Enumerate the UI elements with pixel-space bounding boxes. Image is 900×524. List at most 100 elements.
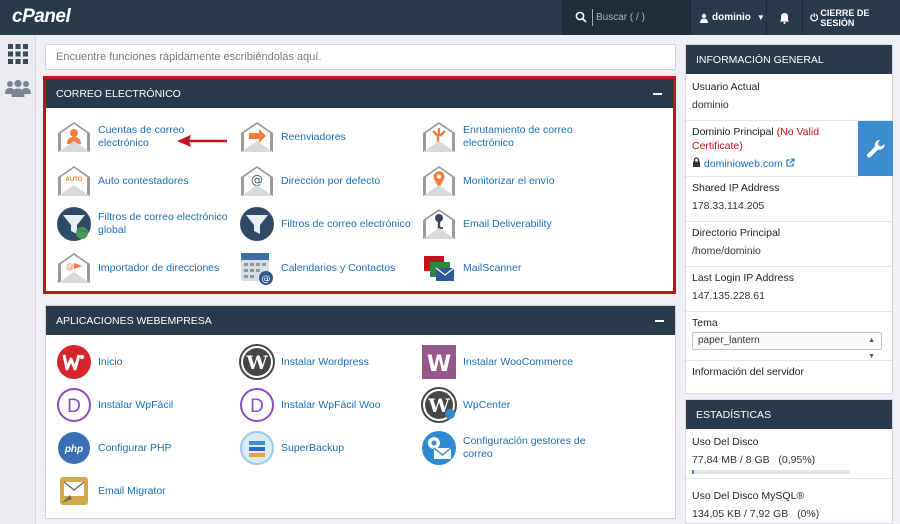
function-search-input[interactable] [45,44,676,70]
global-search-input[interactable] [592,9,684,26]
filter-globe-icon [57,207,91,241]
mail-clients-config-item[interactable]: Configuración gestores de correo [421,430,603,466]
mailscanner-label: MailScanner [463,261,522,274]
wpcenter-icon: W [421,387,457,423]
disk-usage-link[interactable]: Uso Del Disco [692,435,886,449]
email-panel: CORREO ELECTRÓNICO Cuentas de correo ele… [43,76,676,294]
default-address-label: Dirección por defecto [281,174,381,187]
filter-icon [240,207,274,241]
svg-text:W: W [427,352,451,377]
install-wordpress-item[interactable]: W Instalar Wordpress [239,344,369,380]
envelope-pin-icon [423,166,455,196]
last-login-row: Last Login IP Address 147.135.228.61 [686,271,892,312]
forwarders-label: Reenviadores [281,130,346,143]
select-arrows-icon: ▲ ▼ [868,337,875,360]
theme-value: paper_lantern [698,335,760,346]
envelope-at-icon: @ [241,166,273,196]
grid-icon[interactable] [8,44,28,64]
left-rail [0,35,36,524]
superbackup-icon [240,431,274,465]
disk-usage-bar-fill [692,470,694,474]
svg-text:php: php [64,444,83,455]
shared-ip-value: 178.33.114.205 [692,200,765,212]
svg-text:D: D [250,396,264,417]
main-domain-label: Dominio Principal [692,126,774,138]
collapse-icon[interactable] [651,88,663,100]
external-link-icon[interactable] [786,158,795,167]
wpcenter-item[interactable]: W WpCenter [421,387,510,423]
envelope-auto-icon: AUTO [58,166,90,196]
users-icon[interactable] [5,79,31,97]
install-woocommerce-item[interactable]: W Instalar WooCommerce [421,344,573,380]
install-wpfacil-woo-label: Instalar WpFácil Woo [281,398,381,411]
email-filters-item[interactable]: Filtros de correo electrónico [239,206,411,242]
main-domain-row: Dominio Principal (No Valid Certificate)… [686,125,858,177]
apps-panel-header[interactable]: APLICACIONES WEBEMPRESA [46,306,675,335]
install-wpfacil-woo-item[interactable]: D Instalar WpFácil Woo [239,387,381,423]
email-filters-label: Filtros de correo electrónico [281,217,411,230]
address-importer-label: Importador de direcciones [98,261,220,274]
autoresponders-item[interactable]: AUTO Auto contestadores [56,163,188,199]
disk-usage-bar [692,470,850,474]
php-icon: php [58,432,90,464]
general-info-title: INFORMACIÓN GENERAL [686,45,892,74]
envelope-forward-icon [241,122,273,152]
server-info-link[interactable]: Información del servidor [692,365,886,379]
shared-ip-row: Shared IP Address 178.33.114.205 [686,181,892,222]
inicio-item[interactable]: Inicio [56,344,123,380]
current-user-row: Usuario Actual dominio [686,80,892,121]
mysql-usage-percent: (0%) [797,508,820,520]
wpcenter-label: WpCenter [463,398,511,411]
wpfacil-woo-icon: D [240,388,274,422]
disk-usage-percent: (0,95%) [778,454,816,466]
autoresponders-label: Auto contestadores [98,174,189,187]
email-routing-label: Enrutamiento de correo electrónico [463,124,573,149]
global-email-filters-item[interactable]: Filtros de correo electrónico global [56,206,238,242]
install-wpfacil-item[interactable]: D Instalar WpFácil [56,387,173,423]
superbackup-item[interactable]: SuperBackup [239,430,344,466]
disk-usage-value: 77,84 MB / 8 GB [692,454,770,466]
svg-text:D: D [67,396,81,417]
home-directory-value: /home/dominio [692,245,761,257]
track-delivery-label: Monitorizar el envío [463,174,555,187]
cpanel-logo[interactable]: cPanel [12,6,71,28]
shared-ip-label: Shared IP Address [692,182,780,194]
logout-label: CIERRE DE SESIÓN [820,7,870,28]
last-login-label: Last Login IP Address [692,272,794,284]
domain-tools-button[interactable] [858,121,893,176]
mysql-usage-value: 134,05 KB / 7,92 GB [692,508,789,520]
wpfacil-icon: D [57,388,91,422]
apps-panel-title: APLICACIONES WEBEMPRESA [56,314,212,327]
logout-button[interactable]: CIERRE DE SESIÓN [802,0,900,35]
arrow-annotation-icon [177,135,227,147]
lock-icon [693,157,700,167]
track-delivery-item[interactable]: Monitorizar el envío [421,163,555,199]
user-menu[interactable]: dominio ▼ [690,0,766,35]
email-deliverability-label: Email Deliverability [463,217,552,230]
statistics-panel: ESTADÍSTICAS Uso Del Disco 77,84 MB / 8 … [685,399,893,524]
notifications-button[interactable] [766,0,802,35]
theme-select[interactable]: paper_lantern ▲ ▼ [692,332,882,360]
forwarders-item[interactable]: Reenviadores [239,119,346,155]
collapse-icon[interactable] [653,315,665,327]
wordpress-icon: W [239,344,275,380]
calendars-contacts-item[interactable]: @ Calendarios y Contactos [239,250,395,286]
email-routing-item[interactable]: Enrutamiento de correo electrónico [421,119,603,155]
current-user-label: Usuario Actual [692,81,760,93]
server-info-row: Información del servidor [686,365,892,391]
email-deliverability-item[interactable]: Email Deliverability [421,206,552,242]
email-panel-header[interactable]: CORREO ELECTRÓNICO [46,79,673,108]
main-domain-link[interactable]: dominioweb.com [704,158,783,170]
mysql-usage-row: Uso Del Disco MySQL® 134,05 KB / 7,92 GB… [686,489,892,524]
webempresa-icon [57,345,91,379]
svg-text:@: @ [251,173,263,187]
mailscanner-item[interactable]: MailScanner [421,250,521,286]
home-directory-row: Directorio Principal /home/dominio [686,226,892,267]
address-importer-item[interactable]: @ Importador de direcciones [56,250,219,286]
theme-label: Tema [692,317,718,329]
svg-text:W: W [245,352,268,374]
envelope-import-icon: @ [58,253,90,283]
default-address-item[interactable]: @ Dirección por defecto [239,163,380,199]
email-migrator-item[interactable]: Email Migrator [56,473,166,509]
configure-php-item[interactable]: php Configurar PHP [56,430,172,466]
